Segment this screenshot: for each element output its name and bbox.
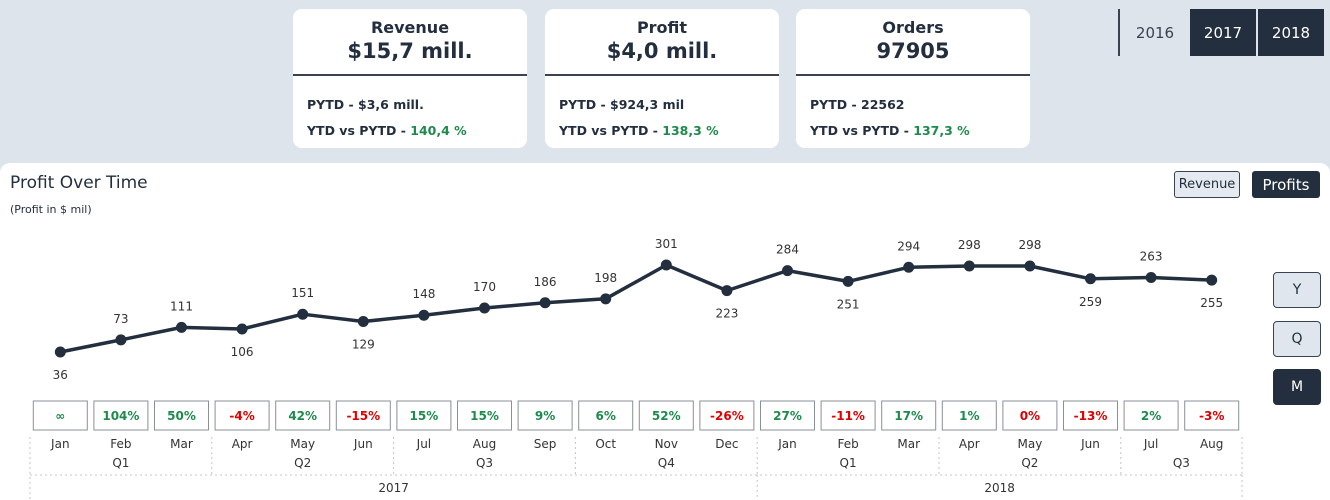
chart-panel: Profit Over Time (Profit in $ mil) Reven… xyxy=(0,163,1330,500)
kpi-label: Revenue xyxy=(370,18,450,37)
kpi-value: 97905 xyxy=(876,39,950,63)
kpi-ytd-label: YTD vs PYTD - xyxy=(559,123,663,138)
kpi-ytd-label: YTD vs PYTD - xyxy=(307,123,411,138)
granularity-year-button[interactable]: Y xyxy=(1273,272,1321,308)
kpi-value: $4,0 mill. xyxy=(606,39,718,63)
chart-subtitle: (Profit in $ mil) xyxy=(10,203,92,216)
year-button-2018[interactable]: 2018 xyxy=(1258,9,1324,56)
granularity-month-button[interactable]: M xyxy=(1273,369,1321,405)
kpi-pytd: PYTD - $3,6 mill. xyxy=(307,97,424,112)
kpi-label: Profit xyxy=(636,18,688,37)
kpi-value: $15,7 mill. xyxy=(347,39,473,63)
kpi-ytd: YTD vs PYTD - 140,4 % xyxy=(307,123,527,138)
revenue-toggle-button[interactable]: Revenue xyxy=(1174,171,1240,198)
year-slicer: 2016 2017 2018 xyxy=(1118,9,1324,56)
chart-title: Profit Over Time xyxy=(10,173,148,193)
granularity-quarter-button[interactable]: Q xyxy=(1273,321,1321,357)
kpi-pytd: PYTD - 22562 xyxy=(810,97,905,112)
profits-toggle-button[interactable]: Profits xyxy=(1252,171,1320,198)
kpi-ytd-label: YTD vs PYTD - xyxy=(810,123,914,138)
kpi-label: Orders xyxy=(882,18,944,37)
year-button-2017[interactable]: 2017 xyxy=(1190,9,1256,56)
kpi-ytd: YTD vs PYTD - 137,3 % xyxy=(810,123,1030,138)
year-button-2016[interactable]: 2016 xyxy=(1122,9,1188,56)
kpi-ytd: YTD vs PYTD - 138,3 % xyxy=(559,123,779,138)
kpi-ytd-pct: 138,3 % xyxy=(662,123,719,138)
kpi-ytd-pct: 140,4 % xyxy=(410,123,467,138)
kpi-card-orders: Orders 97905 PYTD - 22562 YTD vs PYTD - … xyxy=(796,9,1030,148)
kpi-pytd: PYTD - $924,3 mil xyxy=(559,97,685,112)
kpi-card-revenue: Revenue $15,7 mill. PYTD - $3,6 mill. YT… xyxy=(293,9,527,148)
kpi-ytd-pct: 137,3 % xyxy=(913,123,970,138)
kpi-card-profit: Profit $4,0 mill. PYTD - $924,3 mil YTD … xyxy=(545,9,779,148)
